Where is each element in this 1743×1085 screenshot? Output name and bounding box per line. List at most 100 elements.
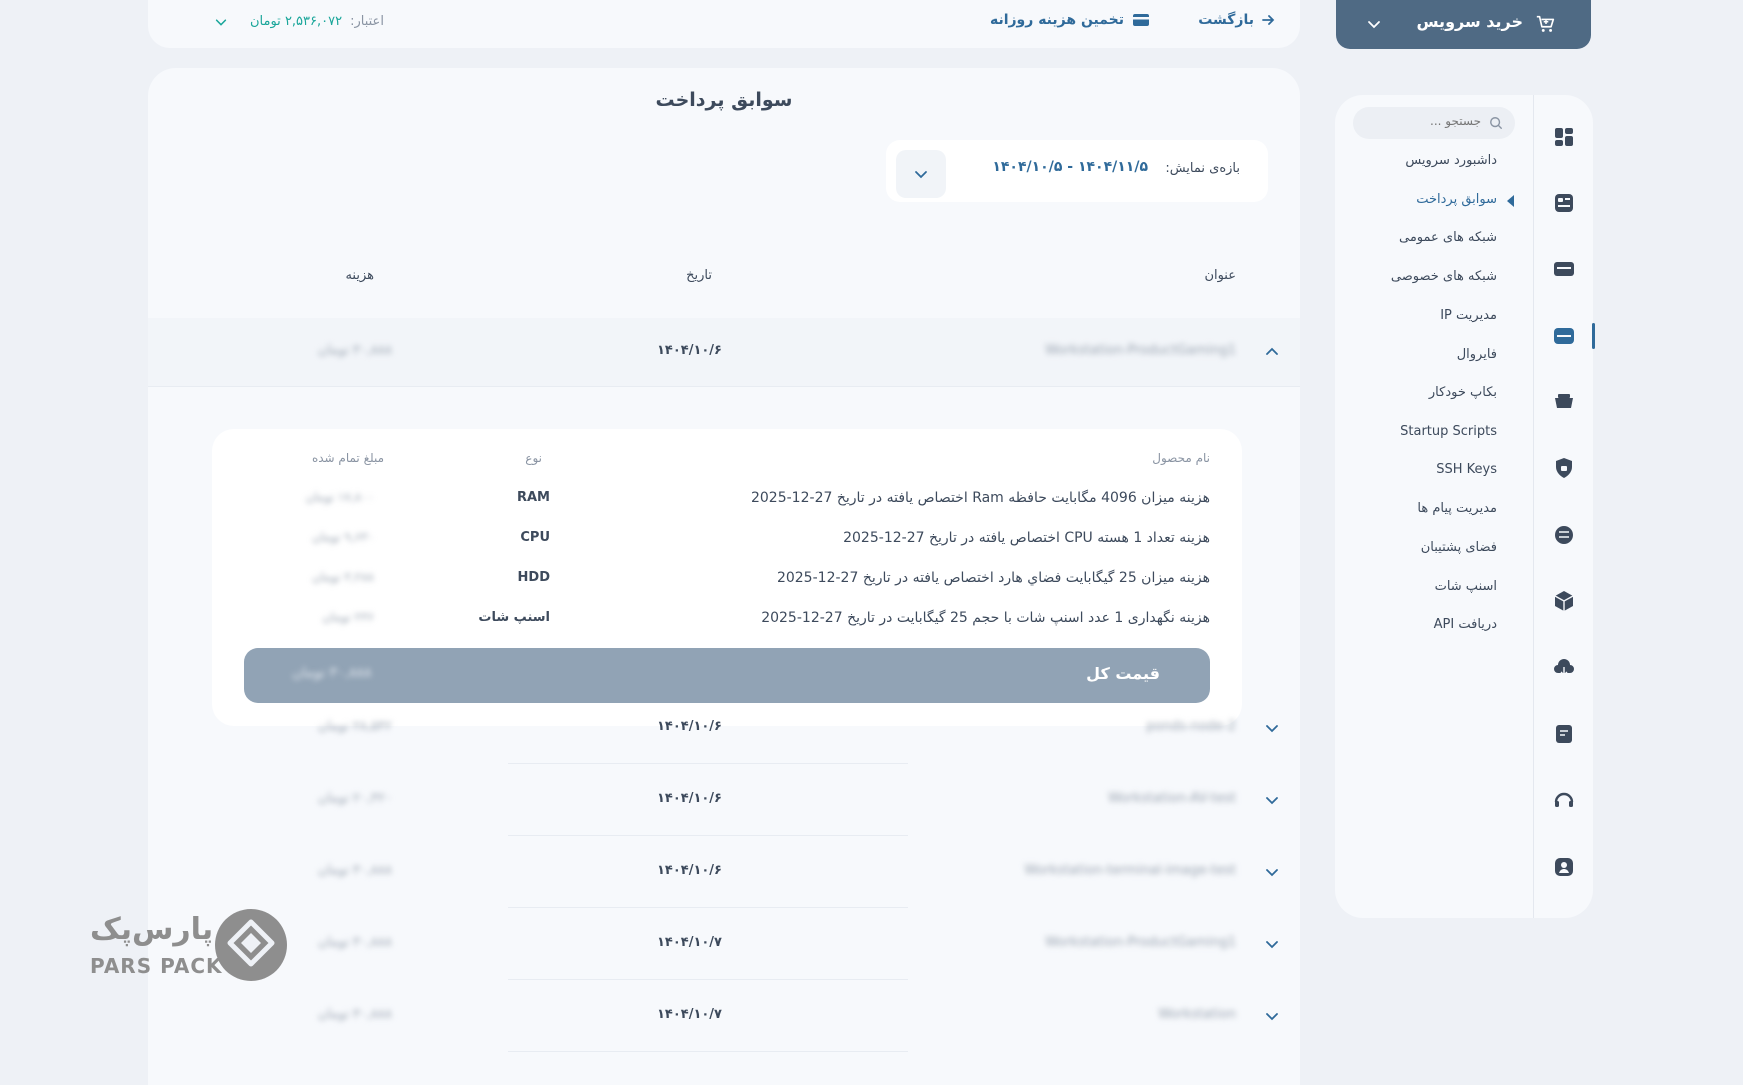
active-caret-icon [1505, 194, 1515, 208]
detail-type: اسنپ شات [478, 610, 550, 625]
row-title: Workstation-ProductGaming1 [1045, 935, 1236, 950]
row-title: ponds-node-2 [1146, 719, 1236, 734]
sidebar-item[interactable]: فایروال [1457, 347, 1497, 362]
sidebar-menu: داشبورد سرویس سوابق پرداخت شبکه های عمومی ش… [1335, 95, 1533, 918]
sidebar-item[interactable]: Startup Scripts [1400, 424, 1497, 439]
row-date: ۱۴۰۴/۱۰/۷ [656, 1007, 722, 1022]
range-dropdown-button[interactable] [896, 150, 946, 198]
detail-amount: ۲۳۶ تومان [322, 610, 374, 624]
table-row[interactable]: Workstation-terminal-image-test ۱۴۰۴/۱۰/۶… [148, 836, 1300, 908]
chevron-down-icon[interactable] [1264, 936, 1280, 952]
chevron-down-icon [913, 166, 929, 182]
search-icon [1489, 116, 1503, 130]
payment-history-panel: سوابق پرداخت بازه‌ی نمایش: ۱۴۰۴/۱۱/۵ - ۱… [148, 68, 1300, 1085]
buy-service-label: خرید سرویس [1416, 12, 1523, 31]
detail-name: هزینه تعداد 1 هسته CPU اختصاص یافته در ت… [843, 530, 1210, 546]
column-date: تاریخ [686, 268, 712, 283]
row-cost: ۲۰,۳۲۰ تومان [318, 791, 392, 806]
table-row[interactable]: Workstation-ProductGaming1 ۱۴۰۴/۱۰/۶ ۳۰,… [148, 318, 1300, 386]
detail-amount: ۹,۶۳۰ تومان [312, 530, 374, 544]
row-cost: ۳۰,۸۸۸ تومان [318, 863, 392, 878]
sidebar-item[interactable]: اسنپ شات [1435, 579, 1497, 594]
credit-label: اعتبار: [350, 14, 384, 29]
total-label: قیمت کل [1086, 664, 1160, 683]
search-input[interactable] [1371, 114, 1481, 128]
page-title: سوابق پرداخت [655, 89, 793, 111]
chevron-down-icon[interactable] [1264, 1008, 1280, 1024]
logo-text-fa: پارس‌پک [90, 912, 214, 947]
sidebar-item[interactable]: دریافت API [1434, 617, 1497, 632]
divider [148, 386, 1300, 387]
row-date: ۱۴۰۴/۱۰/۷ [656, 935, 722, 950]
sidebar-icon-rail [1533, 95, 1595, 918]
public-network-icon[interactable] [1552, 257, 1576, 281]
active-indicator [1592, 323, 1595, 349]
logo-text-en: PARS PACK [90, 954, 223, 978]
credit-display[interactable]: اعتبار: ۲,۵۳۶,۰۷۲ تومان [214, 14, 384, 29]
cloud-transfer-icon[interactable] [1552, 655, 1576, 679]
detail-amount: ۳,۲۸۸ تومان [312, 570, 374, 584]
row-cost: ۲۸,۵۴۲ تومان [318, 719, 392, 734]
row-title: Workstation-ProductGaming1 [1045, 343, 1236, 358]
chevron-down-icon[interactable] [1264, 864, 1280, 880]
table-row[interactable]: ponds-node-2 ۱۴۰۴/۱۰/۶ ۲۸,۵۴۲ تومان [148, 692, 1300, 764]
sidebar-item[interactable]: شبکه های عمومی [1399, 230, 1497, 245]
row-cost: ۳۰,۸۸۸ تومان [318, 343, 392, 358]
sidebar-item[interactable]: شبکه های خصوصی [1391, 269, 1497, 284]
dashboard-icon[interactable] [1552, 125, 1576, 149]
daily-cost-estimate-link[interactable]: تخمین هزینه روزانه [990, 12, 1150, 28]
table-row[interactable]: Workstation-ProductGaming1 ۱۴۰۴/۱۰/۷ ۳۰,۸۸… [148, 908, 1300, 980]
date-range-picker[interactable]: بازه‌ی نمایش: ۱۴۰۴/۱۱/۵ - ۱۴۰۴/۱۰/۵ [886, 140, 1268, 202]
parspack-logo: پارس‌پک PARS PACK [90, 908, 290, 1012]
range-label: بازه‌ی نمایش: [1165, 161, 1240, 176]
cart-icon [1535, 13, 1557, 35]
chevron-down-icon[interactable] [1264, 720, 1280, 736]
chevron-down-icon[interactable] [1264, 792, 1280, 808]
card-icon [1132, 12, 1150, 28]
detail-column-name: نام محصول [1152, 451, 1210, 465]
detail-name: هزینه میزان 4096 مگابایت حافظه Ram اختصا… [750, 490, 1210, 506]
server-icon[interactable] [1552, 324, 1576, 348]
row-title: Workstation-AV-test [1108, 791, 1236, 806]
chevron-up-icon[interactable] [1264, 344, 1280, 360]
row-cost: ۳۰,۸۸۸ تومان [318, 1007, 392, 1022]
storage-icon[interactable] [1552, 390, 1576, 414]
sidebar-item[interactable]: سوابق پرداخت [1416, 192, 1497, 207]
row-cost: ۳۰,۸۸۸ تومان [318, 935, 392, 950]
table-row[interactable]: Workstation-AV-test ۱۴۰۴/۱۰/۶ ۲۰,۳۲۰ تومان [148, 764, 1300, 836]
row-date: ۱۴۰۴/۱۰/۶ [656, 863, 722, 878]
back-label: بازگشت [1198, 12, 1254, 28]
package-icon[interactable] [1552, 589, 1576, 613]
row-title: Workstation-terminal-image-test [1024, 863, 1237, 878]
payment-history-icon[interactable] [1552, 191, 1576, 215]
shield-lock-icon[interactable] [1552, 456, 1576, 480]
sidebar-item[interactable]: SSH Keys [1436, 462, 1497, 477]
network-globe-icon[interactable] [1552, 523, 1576, 547]
detail-amount: ۱۷,۸۰۰ تومان [305, 490, 374, 504]
headset-icon[interactable] [1552, 788, 1576, 812]
search-box[interactable] [1353, 107, 1515, 139]
sidebar-item[interactable]: بکاپ خودکار [1429, 385, 1497, 400]
daily-cost-estimate-label: تخمین هزینه روزانه [989, 12, 1124, 28]
row-date: ۱۴۰۴/۱۰/۶ [656, 791, 722, 806]
sidebar-item[interactable]: فضای پشتیبان [1421, 540, 1497, 555]
column-title: عنوان [1204, 268, 1236, 283]
back-link[interactable]: بازگشت [1198, 12, 1276, 28]
total-value: ۳۰,۸۸۸ تومان [292, 665, 372, 681]
divider [508, 1051, 908, 1052]
credit-value: ۲,۵۳۶,۰۷۲ تومان [250, 14, 343, 29]
detail-column-amount: مبلغ تمام شده [311, 451, 384, 465]
sidebar-item[interactable]: داشبورد سرویس [1405, 153, 1497, 168]
detail-type: CPU [520, 530, 550, 545]
account-icon[interactable] [1552, 855, 1576, 879]
row-title: Workstation [1158, 1007, 1236, 1022]
buy-service-button[interactable]: خرید سرویس [1336, 0, 1591, 49]
sidebar-item[interactable]: مدیریت IP [1440, 308, 1497, 323]
detail-name: هزینه میزان 25 گیگابایت فضاي هارد اختصاص… [776, 570, 1210, 586]
detail-type: HDD [517, 570, 550, 585]
document-icon[interactable] [1552, 722, 1576, 746]
table-row[interactable]: Workstation ۱۴۰۴/۱۰/۷ ۳۰,۸۸۸ تومان [148, 980, 1300, 1052]
top-bar: بازگشت تخمین هزینه روزانه اعتبار: ۲,۵۳۶,… [148, 0, 1300, 48]
sidebar-item[interactable]: مدیریت پیام ها [1417, 501, 1497, 516]
detail-type: RAM [516, 490, 550, 505]
